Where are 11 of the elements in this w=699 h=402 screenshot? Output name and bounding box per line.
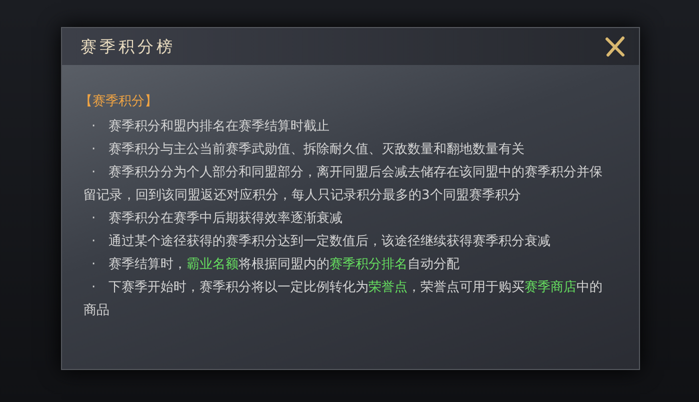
close-button[interactable] <box>602 34 626 58</box>
rule-text: · 赛季积分和盟内排名在赛季结算时截止 <box>90 118 330 136</box>
section-heading: 【赛季积分】 <box>80 93 158 111</box>
rule-text: · 下赛季开始时，赛季积分将以一定比例转化为荣誉点，荣誉点可用于购买赛季商店中的商品 <box>84 279 602 320</box>
rule-text: · 赛季积分在赛季中后期获得效率逐渐衰减 <box>90 210 344 228</box>
rule-text: · 通过某个途径获得的赛季积分达到一定数值后，该途径继续获得赛季积分衰减 <box>90 233 552 251</box>
dialog-title: 赛季积分榜 <box>80 36 176 58</box>
rule-text: · 赛季积分与主公当前赛季武勋值、拆除耐久值、灭敌数量和翻地数量有关 <box>90 141 526 159</box>
rule-text: · 赛季积分分为个人部分和同盟部分，离开同盟后会减去储存在该同盟中的赛季积分并保留记录，回到该同盟返还对应积分，每人只记录积分最多的3个同盟赛季积分 <box>84 164 602 205</box>
rule-text: · 赛季结算时，霸业名额将根据同盟内的赛季积分排名 自动分配 <box>90 256 460 274</box>
close-icon <box>604 36 626 58</box>
